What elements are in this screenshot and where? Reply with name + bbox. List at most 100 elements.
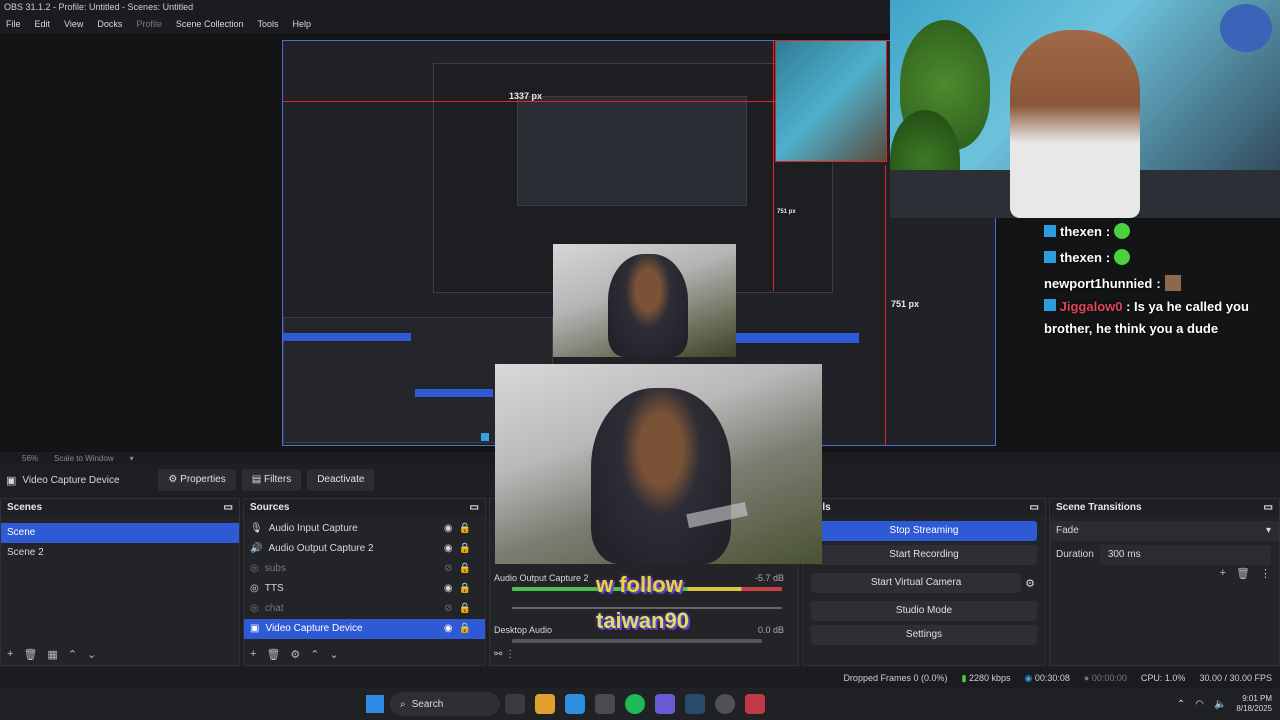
scenes-header: Scenes ▭ [1, 499, 239, 517]
start-recording-button[interactable]: Start Recording [811, 545, 1037, 565]
globe-icon: ◎ [250, 563, 259, 574]
visibility-eye-icon[interactable]: ◉ [444, 519, 453, 539]
transition-select[interactable]: Fade ▾ [1050, 521, 1279, 541]
trash-icon[interactable]: 🗑 [23, 648, 37, 661]
properties-button[interactable]: ⚙ Properties [158, 469, 236, 491]
steam-icon[interactable] [685, 694, 705, 714]
move-down-icon[interactable]: ⌄ [87, 648, 96, 661]
lock-icon[interactable]: 🔒 [459, 619, 485, 639]
visibility-eye-icon[interactable]: ◉ [444, 539, 453, 559]
move-up-icon[interactable]: ⌃ [68, 648, 77, 661]
filter-icon[interactable]: ▦ [47, 648, 57, 661]
zoom-level[interactable]: 56% [22, 454, 38, 463]
store-icon[interactable] [595, 694, 615, 714]
sources-dock: Sources ▭ 🎙 Audio Input Capture ◉ 🔒 🔊 Audio O… [243, 498, 486, 666]
obs-icon[interactable] [715, 694, 735, 714]
source-item[interactable]: 🎙 Audio Input Capture ◉ 🔒 [244, 519, 485, 539]
filters-button[interactable]: ▤ Filters [241, 469, 302, 491]
zoom-mode[interactable]: Scale to Window [54, 454, 114, 463]
mixer-channel-1-db: -5.7 dB [754, 573, 784, 583]
dock-menu-icon[interactable]: ▭ [1264, 499, 1273, 517]
taskbar-search[interactable]: ⌕ Search [390, 692, 500, 716]
duration-row: Duration 300 ms [1050, 545, 1279, 565]
badge-icon [1044, 251, 1056, 263]
controls-dock: trols▭ Stop Streaming Start Recording St… [802, 498, 1046, 666]
video-capture-frame [495, 364, 822, 564]
lock-icon[interactable]: 🔒 [459, 519, 485, 539]
record-time: ● 00:00:00 [1083, 673, 1127, 683]
app-icon[interactable] [745, 694, 765, 714]
mixer-channel-2-meter [512, 639, 762, 643]
menu-tools[interactable]: Tools [257, 15, 278, 33]
start-virtual-camera-button[interactable]: Start Virtual Camera [811, 573, 1022, 593]
signal-icon: ▮ [961, 672, 967, 683]
lock-icon[interactable]: 🔒 [459, 559, 485, 579]
visibility-hidden-icon[interactable]: ⊘ [444, 559, 452, 579]
source-item[interactable]: 🔊 Audio Output Capture 2 ◉ 🔒 [244, 539, 485, 559]
dock-menu-icon[interactable]: ▭ [470, 499, 479, 517]
menu-help[interactable]: Help [292, 15, 311, 33]
settings-button[interactable]: Settings [811, 625, 1037, 645]
add-icon[interactable]: + [250, 648, 256, 661]
menu-edit[interactable]: Edit [35, 15, 51, 33]
gear-icon[interactable]: ⚙ [1025, 577, 1035, 590]
source-item[interactable]: ◎ subs ⊘ 🔒 [244, 559, 485, 579]
kebab-menu-icon[interactable]: ⋮ [505, 649, 515, 660]
file-explorer-icon[interactable] [535, 694, 555, 714]
guide-line-vertical [773, 41, 774, 291]
fps: 30.00 / 30.00 FPS [1199, 673, 1272, 683]
trash-icon[interactable]: 🗑 [1236, 567, 1250, 580]
source-item[interactable]: ◎ chat ⊘ 🔒 [244, 599, 485, 619]
gear-icon[interactable]: ⚙ [290, 648, 300, 661]
studio-mode-button[interactable]: Studio Mode [811, 601, 1037, 621]
lock-icon[interactable]: 🔒 [459, 539, 485, 559]
deactivate-button[interactable]: Deactivate [307, 469, 375, 491]
edge-icon[interactable] [565, 694, 585, 714]
badge-icon [1044, 299, 1056, 311]
volume-icon[interactable]: 🔈 [1214, 699, 1226, 710]
visibility-hidden-icon[interactable]: ⊘ [444, 599, 452, 619]
avatar-emote-icon [1164, 275, 1181, 291]
discord-icon[interactable] [655, 694, 675, 714]
guide-line-vertical-2 [885, 165, 886, 445]
chat-overlay: thexen : thexen : newport1hunnied : Jigg… [1040, 218, 1280, 338]
visibility-eye-icon[interactable]: ◉ [444, 579, 453, 599]
chevron-down-icon[interactable]: ▾ [130, 454, 134, 463]
lock-icon[interactable]: 🔒 [459, 579, 485, 599]
spotify-icon[interactable] [625, 694, 645, 714]
status-bar: Dropped Frames 0 (0.0%) ▮ 2280 kbps ◉ 00… [0, 668, 1280, 688]
dock-menu-icon[interactable]: ▭ [224, 499, 233, 517]
menu-docks[interactable]: Docks [97, 15, 122, 33]
trash-icon[interactable]: 🗑 [266, 648, 280, 661]
scene-item[interactable]: Scene [1, 523, 239, 543]
source-item[interactable]: ◎ TTS ◉ 🔒 [244, 579, 485, 599]
wifi-icon[interactable]: ◠ [1195, 699, 1204, 710]
move-up-icon[interactable]: ⌃ [310, 648, 319, 661]
task-view-icon[interactable] [505, 694, 525, 714]
lock-icon[interactable]: 🔒 [459, 599, 485, 619]
duration-input[interactable]: 300 ms [1099, 545, 1271, 565]
source-item[interactable]: ▣ Video Capture Device ◉ 🔒 [244, 619, 485, 639]
video-frame-small [553, 244, 736, 357]
menu-profile[interactable]: Profile [136, 15, 162, 33]
visibility-eye-icon[interactable]: ◉ [444, 619, 453, 639]
handle-overlay-text: taiwan90 [596, 608, 689, 633]
move-down-icon[interactable]: ⌄ [330, 648, 339, 661]
windows-start-icon[interactable] [366, 695, 384, 713]
add-icon[interactable]: + [1220, 567, 1226, 580]
add-icon[interactable]: + [7, 648, 13, 661]
nested-window-inner [517, 96, 747, 206]
stop-streaming-button[interactable]: Stop Streaming [811, 521, 1037, 541]
menu-scene-collection[interactable]: Scene Collection [176, 15, 244, 33]
scenes-dock: Scenes ▭ Scene Scene 2 + 🗑 ▦ ⌃ ⌄ [0, 498, 240, 666]
clock[interactable]: 9:01 PM 8/18/2025 [1236, 694, 1272, 714]
dock-menu-icon[interactable]: ▭ [1030, 499, 1039, 517]
scene-item[interactable]: Scene 2 [1, 543, 239, 563]
menu-file[interactable]: File [6, 15, 21, 33]
controls-header: trols▭ [803, 499, 1045, 517]
menu-view[interactable]: View [64, 15, 83, 33]
tray-chevron-icon[interactable]: ⌃ [1177, 699, 1185, 710]
link-icon[interactable]: ⚯ [494, 649, 502, 660]
measure-label-top: 1337 px [509, 91, 543, 101]
kebab-menu-icon[interactable]: ⋮ [1260, 567, 1271, 580]
